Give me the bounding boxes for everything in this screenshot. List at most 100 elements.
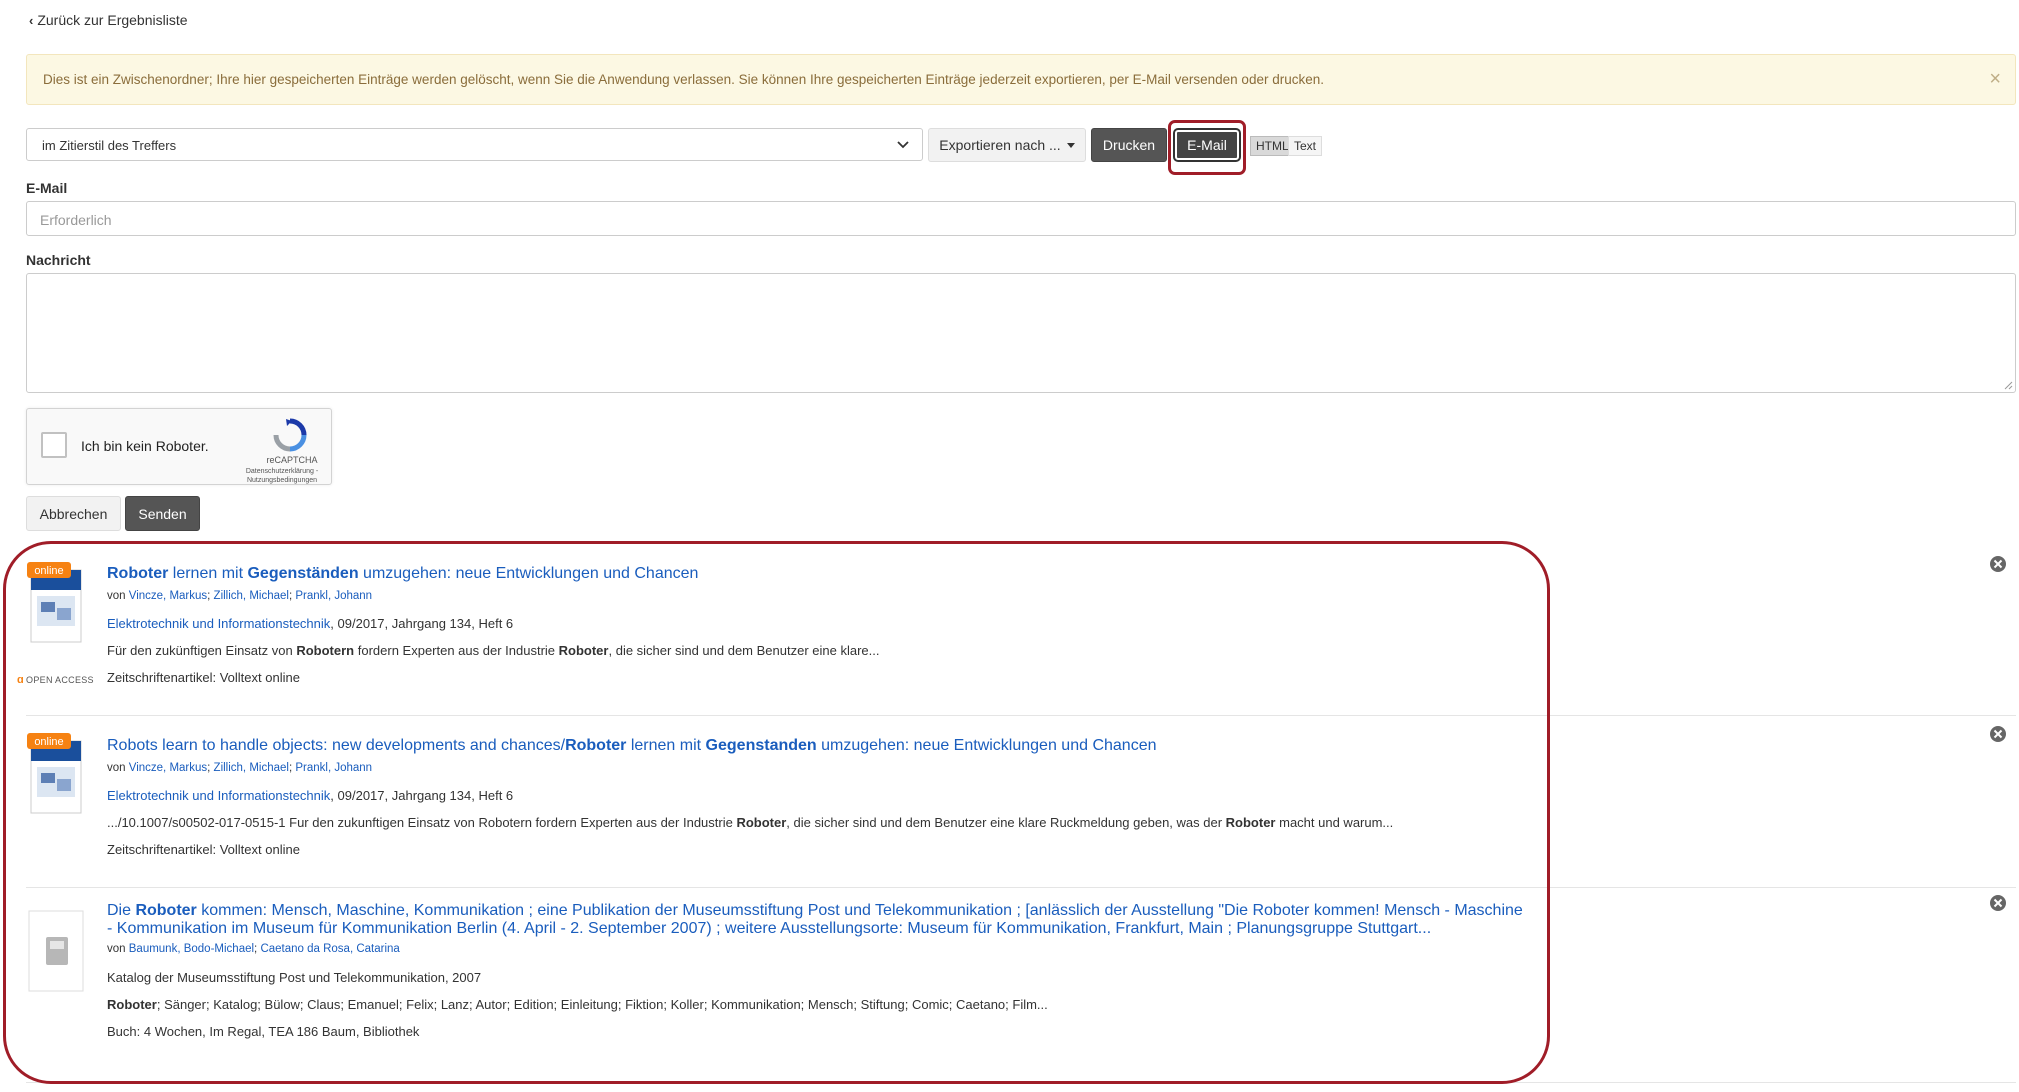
online-badge: online xyxy=(34,736,63,748)
source-details: , 09/2017, Jahrgang 134, Heft 6 xyxy=(330,788,514,803)
text-segment: fordern Experten aus der Industrie xyxy=(354,643,559,658)
open-access-lock-icon: ɑ xyxy=(17,674,25,686)
author-link[interactable]: Caetano da Rosa, Catarina xyxy=(260,943,399,955)
result-title-link[interactable]: Die Roboter kommen: Mensch, Maschine, Ko… xyxy=(107,902,1527,938)
remove-item-icon[interactable] xyxy=(1989,894,2007,912)
author-link[interactable]: Prankl, Johann xyxy=(295,762,372,774)
recaptcha-brand: reCAPTCHA xyxy=(266,455,318,465)
result-source: Elektrotechnik und Informationstechnik, … xyxy=(107,788,513,803)
alert-message: Dies ist ein Zwischenordner; Ihre hier g… xyxy=(43,72,1324,87)
info-alert: Dies ist ein Zwischenordner; Ihre hier g… xyxy=(26,54,2016,105)
result-authors: von Baumunk, Bodo-Michael; Caetano da Ro… xyxy=(107,943,400,955)
author-link[interactable]: Zillich, Michael xyxy=(214,762,289,774)
text-segment: Für den zukünftigen Einsatz von xyxy=(107,643,297,658)
author-link[interactable]: Vincze, Markus xyxy=(129,590,207,602)
highlighted-term: Robotern xyxy=(296,643,355,658)
author-link[interactable]: Vincze, Markus xyxy=(129,762,207,774)
email-button[interactable]: E-Mail xyxy=(1173,128,1241,162)
result-type: Buch: 4 Wochen, Im Regal, TEA 186 Baum, … xyxy=(107,1024,419,1039)
highlighted-term: Roboter xyxy=(107,565,169,582)
author-link[interactable]: Zillich, Michael xyxy=(214,590,289,602)
author-link[interactable]: Baumunk, Bodo-Michael xyxy=(129,943,254,955)
text-segment: , die sicher sind und dem Benutzer eine … xyxy=(608,643,880,658)
open-access-label: OPEN ACCESS xyxy=(26,675,94,685)
author-link[interactable]: Prankl, Johann xyxy=(295,590,372,602)
chevron-down-icon xyxy=(897,141,909,149)
remove-item-icon[interactable] xyxy=(1989,725,2007,743)
result-title-link[interactable]: Roboter lernen mit Gegenständen umzugehe… xyxy=(107,565,1527,583)
text-segment: Die xyxy=(107,902,136,919)
highlighted-term: Roboter xyxy=(135,902,197,919)
export-label: Exportieren nach ... xyxy=(939,137,1061,153)
result-authors: von Vincze, Markus; Zillich, Michael; Pr… xyxy=(107,590,373,602)
print-button[interactable]: Drucken xyxy=(1091,128,1167,162)
highlighted-term: Roboter xyxy=(558,643,609,658)
remove-item-icon[interactable] xyxy=(1989,555,2007,573)
recaptcha-checkbox[interactable] xyxy=(41,432,67,458)
send-button[interactable]: Senden xyxy=(125,496,200,531)
result-type-label: Zeitschriftenartikel: xyxy=(107,670,220,685)
export-dropdown-button[interactable]: Exportieren nach ... xyxy=(928,128,1086,162)
result-authors: von Vincze, Markus; Zillich, Michael; Pr… xyxy=(107,762,373,774)
result-snippet: Roboter; Sänger; Katalog; Bülow; Claus; … xyxy=(107,997,1048,1012)
source-details: , 09/2017, Jahrgang 134, Heft 6 xyxy=(330,616,514,631)
message-textarea[interactable] xyxy=(26,273,2016,393)
result-snippet: Für den zukünftigen Einsatz von Robotern… xyxy=(107,643,879,658)
recaptcha-links[interactable]: Datenschutzerklärung - Nutzungsbedingung… xyxy=(232,467,332,485)
back-link-label: Zurück zur Ergebnisliste xyxy=(37,12,188,28)
format-text-toggle[interactable]: Text xyxy=(1288,136,1323,156)
journal-cover-thumbnail: online xyxy=(27,733,82,814)
text-segment: umzugehen: neue Entwicklungen und Chance… xyxy=(358,565,699,582)
citation-style-select[interactable]: im Zitierstil des Treffers xyxy=(26,128,923,161)
authors-prefix: von xyxy=(107,762,129,774)
email-label: E-Mail xyxy=(26,180,68,196)
highlighted-term: Gegenständen xyxy=(247,565,359,582)
text-segment: lernen mit xyxy=(168,565,248,582)
result-source: Elektrotechnik und Informationstechnik, … xyxy=(107,616,513,631)
email-field[interactable]: Erforderlich xyxy=(26,201,2016,236)
text-segment: .../10.1007/s00502-017-0515-1 Fur den zu… xyxy=(107,815,737,830)
text-segment: lernen mit xyxy=(626,737,706,754)
result-type-label: Zeitschriftenartikel: xyxy=(107,842,220,857)
chevron-left-icon: ‹ xyxy=(29,12,34,28)
recaptcha-logo-icon xyxy=(273,418,307,452)
journal-cover-thumbnail: online xyxy=(27,562,82,643)
highlighted-term: Gegenstanden xyxy=(705,737,817,754)
result-title-link[interactable]: Robots learn to handle objects: new deve… xyxy=(107,737,1527,755)
text-segment: ; Sänger; Katalog; Bülow; Claus; Emanuel… xyxy=(156,997,1048,1012)
text-segment: kommen: Mensch, Maschine, Kommunikation … xyxy=(107,902,1523,937)
source-journal-link[interactable]: Elektrotechnik und Informationstechnik xyxy=(107,616,330,631)
cancel-button[interactable]: Abbrechen xyxy=(26,496,121,531)
authors-prefix: von xyxy=(107,590,129,602)
book-placeholder-icon xyxy=(28,910,84,992)
fulltext-online-link[interactable]: Volltext online xyxy=(220,842,300,857)
result-divider xyxy=(26,887,2016,888)
result-divider xyxy=(26,715,2016,716)
result-source: Katalog der Museumsstiftung Post und Tel… xyxy=(107,970,482,985)
online-badge: online xyxy=(34,565,63,577)
recaptcha-label: Ich bin kein Roboter. xyxy=(81,438,209,454)
open-access-badge: ɑ OPEN ACCESS xyxy=(17,674,94,686)
highlighted-term: Roboter xyxy=(736,815,787,830)
back-to-results-link[interactable]: ‹ Zurück zur Ergebnisliste xyxy=(29,12,188,28)
message-label: Nachricht xyxy=(26,252,91,268)
source-journal-link[interactable]: Elektrotechnik und Informationstechnik xyxy=(107,788,330,803)
highlighted-term: Roboter xyxy=(1225,815,1276,830)
text-segment: , die sicher sind und dem Benutzer eine … xyxy=(786,815,1226,830)
result-type-label: Buch: xyxy=(107,1024,144,1039)
text-segment: Robots learn to handle objects: new deve… xyxy=(107,737,566,754)
resize-handle-icon[interactable] xyxy=(2003,380,2013,390)
citation-style-value: im Zitierstil des Treffers xyxy=(42,138,177,153)
email-placeholder: Erforderlich xyxy=(40,212,112,228)
text-segment: umzugehen: neue Entwicklungen und Chance… xyxy=(816,737,1157,754)
highlighted-term: Roboter xyxy=(565,737,627,754)
authors-prefix: von xyxy=(107,943,129,955)
result-type: Zeitschriftenartikel: Volltext online xyxy=(107,842,300,857)
alert-close-icon[interactable]: × xyxy=(1989,68,2001,91)
highlighted-term: Roboter xyxy=(107,997,157,1012)
fulltext-online-link[interactable]: Volltext online xyxy=(220,670,300,685)
text-segment: macht und warum... xyxy=(1275,815,1394,830)
caret-down-icon xyxy=(1066,142,1075,148)
library-holding-link[interactable]: 4 Wochen, Im Regal, TEA 186 Baum, Biblio… xyxy=(144,1024,420,1039)
result-type: Zeitschriftenartikel: Volltext online xyxy=(107,670,300,685)
